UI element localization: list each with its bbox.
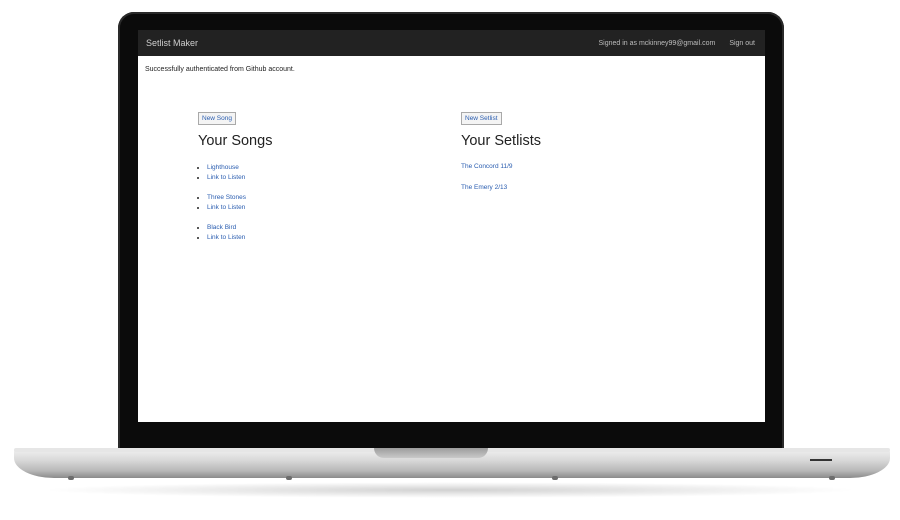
listen-link[interactable]: Link to Listen: [207, 234, 245, 241]
new-song-button[interactable]: New Song: [198, 112, 236, 125]
flash-notice: Successfully authenticated from Github a…: [145, 66, 295, 73]
listen-link[interactable]: Link to Listen: [207, 204, 245, 211]
rubber-foot: [286, 476, 292, 480]
new-setlist-button[interactable]: New Setlist: [461, 112, 502, 125]
laptop-base: [14, 448, 890, 480]
songs-column: New Song Your Songs Lighthouse Link to L…: [198, 107, 398, 253]
rubber-foot: [552, 476, 558, 480]
songs-heading: Your Songs: [198, 133, 273, 149]
setlist-link[interactable]: The Emery 2/13: [461, 184, 661, 192]
song-title-link[interactable]: Lighthouse: [207, 164, 239, 171]
song-list-item: Lighthouse Link to Listen: [198, 163, 398, 183]
song-title-link[interactable]: Three Stones: [207, 194, 246, 201]
listen-link[interactable]: Link to Listen: [207, 174, 245, 181]
rubber-foot: [829, 476, 835, 480]
lid-opening-notch: [374, 448, 488, 458]
song-title-link[interactable]: Black Bird: [207, 224, 236, 231]
song-title-bullet: Lighthouse: [207, 163, 398, 173]
setlists-column: New Setlist Your Setlists The Concord 11…: [461, 107, 661, 205]
song-title-bullet: Black Bird: [207, 223, 398, 233]
sign-out-link[interactable]: Sign out: [729, 40, 755, 47]
song-title-bullet: Three Stones: [207, 193, 398, 203]
nav-right: Signed in as mckinney99@gmail.com Sign o…: [598, 40, 755, 47]
song-list-item: Black Bird Link to Listen: [198, 223, 398, 243]
laptop-mockup: Setlist Maker Signed in as mckinney99@gm…: [0, 0, 900, 520]
setlists-heading: Your Setlists: [461, 133, 542, 149]
signed-in-text: Signed in as mckinney99@gmail.com: [598, 39, 716, 47]
top-navbar: Setlist Maker Signed in as mckinney99@gm…: [138, 30, 765, 56]
listen-bullet: Link to Listen: [207, 233, 398, 243]
rubber-foot: [68, 476, 74, 480]
setlist-link[interactable]: The Concord 11/9: [461, 163, 661, 171]
laptop-shadow: [40, 482, 860, 498]
listen-bullet: Link to Listen: [207, 203, 398, 213]
song-list-item: Three Stones Link to Listen: [198, 193, 398, 213]
brand-link[interactable]: Setlist Maker: [146, 38, 198, 48]
sleep-indicator-light: [810, 459, 832, 461]
listen-bullet: Link to Listen: [207, 173, 398, 183]
browser-viewport: Setlist Maker Signed in as mckinney99@gm…: [138, 30, 765, 422]
